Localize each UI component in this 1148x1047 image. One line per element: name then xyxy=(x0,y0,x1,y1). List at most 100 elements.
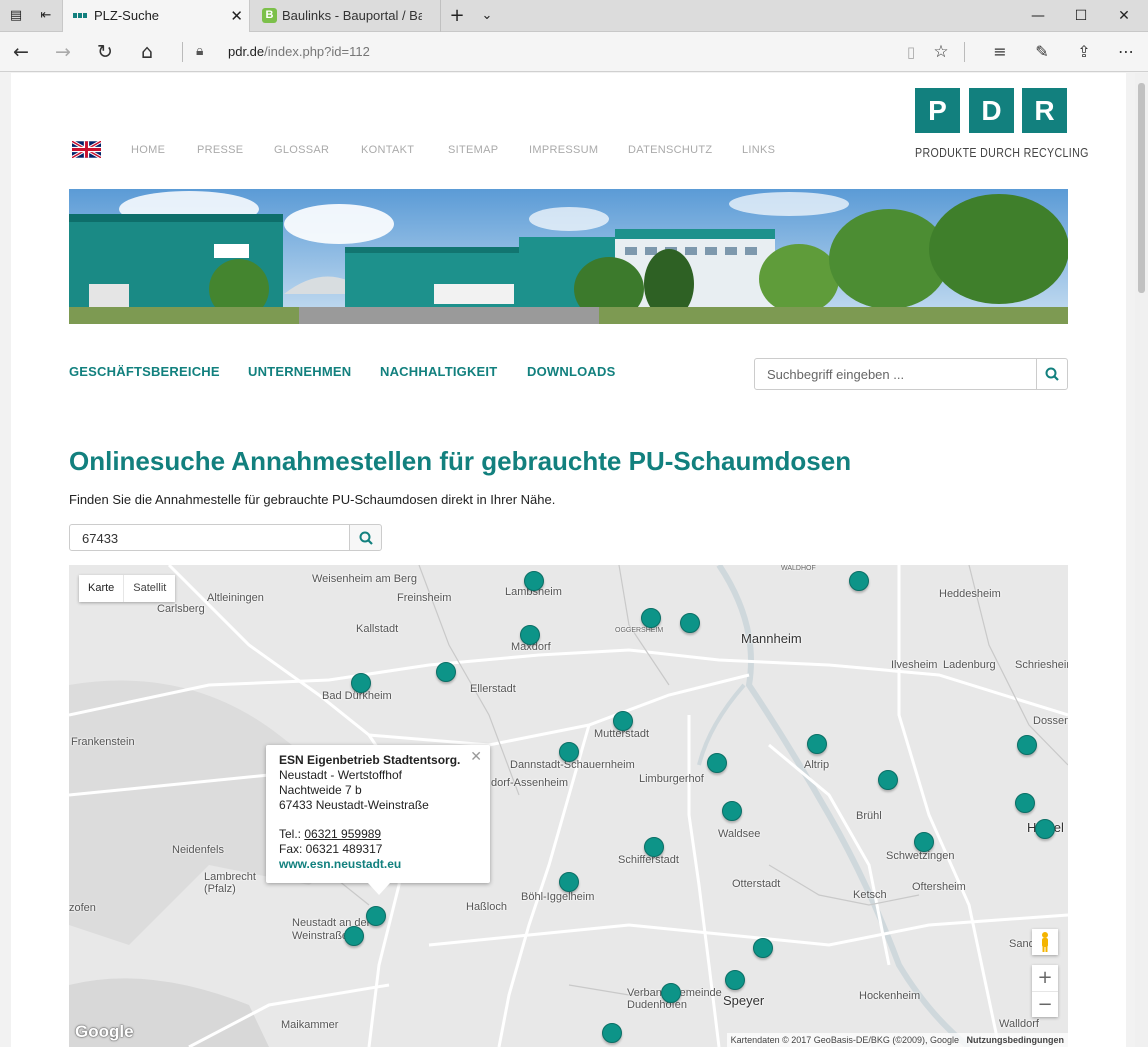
topnav-sitemap[interactable]: SITEMAP xyxy=(448,144,498,156)
topnav-home[interactable]: HOME xyxy=(131,144,165,156)
map-location-marker[interactable] xyxy=(559,872,579,892)
english-flag-icon[interactable] xyxy=(72,141,101,158)
map-location-marker[interactable] xyxy=(520,625,540,645)
map-label: Speyer xyxy=(723,993,765,1008)
map-label: Mannheim xyxy=(741,631,802,646)
map-location-marker[interactable] xyxy=(807,734,827,754)
forward-icon[interactable]: → xyxy=(50,40,76,64)
map-label: Schriesheim xyxy=(1015,659,1068,671)
share-icon[interactable]: ⇪ xyxy=(1071,40,1097,64)
site-search-placeholder: Suchbegriff eingeben ... xyxy=(767,367,905,382)
topnav-links[interactable]: LINKS xyxy=(742,144,775,156)
scrollbar-thumb[interactable] xyxy=(1138,83,1145,293)
map-label: Dossen xyxy=(1033,715,1068,727)
pegman-icon[interactable] xyxy=(1032,929,1058,955)
more-icon[interactable]: ⋯ xyxy=(1113,40,1139,64)
map-label: OGGERSHEIM xyxy=(615,627,664,634)
map-location-marker[interactable] xyxy=(1015,793,1035,813)
map-label: dorf-Assenheim xyxy=(491,777,569,789)
map-label: Ilvesheim xyxy=(891,659,938,671)
info-line1: Neustadt - Wertstoffhof xyxy=(279,768,402,782)
url-field[interactable]: pdr.de/index.php?id=112 xyxy=(228,44,370,59)
terms-link[interactable]: Nutzungsbedingungen xyxy=(967,1035,1064,1045)
set-aside-tabs-icon[interactable]: ⇤ xyxy=(38,8,54,24)
zoom-out-icon[interactable]: − xyxy=(1032,991,1058,1017)
web-note-icon[interactable]: ✎ xyxy=(1029,40,1055,64)
map-location-marker[interactable] xyxy=(680,613,700,633)
info-tel-label: Tel.: xyxy=(279,827,305,841)
map-label: Maikammer xyxy=(281,1019,339,1031)
map-location-marker[interactable] xyxy=(1017,735,1037,755)
zoom-in-icon[interactable]: + xyxy=(1032,965,1058,991)
mainnav-unternehmen[interactable]: UNTERNEHMEN xyxy=(248,364,351,379)
search-icon xyxy=(359,531,373,545)
map-location-marker[interactable] xyxy=(849,571,869,591)
map-location-marker[interactable] xyxy=(644,837,664,857)
topnav-glossar[interactable]: GLOSSAR xyxy=(274,144,329,156)
map-location-marker[interactable] xyxy=(344,926,364,946)
map-location-marker[interactable] xyxy=(436,662,456,682)
pdr-favicon-icon xyxy=(73,13,87,18)
logo-letter-d: D xyxy=(969,88,1014,133)
map-location-marker[interactable] xyxy=(1035,819,1055,839)
map-label: Ladenburg xyxy=(943,659,996,671)
map-location-marker[interactable] xyxy=(707,753,727,773)
plz-input[interactable]: 67433 xyxy=(69,524,350,551)
home-icon[interactable]: ⌂ xyxy=(134,40,160,64)
close-tab-icon[interactable]: ✕ xyxy=(230,0,243,32)
reading-view-icon[interactable]: ▯ xyxy=(898,40,924,64)
new-tab-icon[interactable]: + xyxy=(449,7,465,25)
map-location-marker[interactable] xyxy=(613,711,633,731)
tab-manager-icon[interactable]: ▤ xyxy=(8,8,24,24)
topnav-impressum[interactable]: IMPRESSUM xyxy=(529,144,598,156)
map-label: Freinsheim xyxy=(397,592,452,604)
topnav-presse[interactable]: PRESSE xyxy=(197,144,243,156)
mainnav-nachhaltigkeit[interactable]: NACHHALTIGKEIT xyxy=(380,364,497,379)
favorite-star-icon[interactable]: ☆ xyxy=(928,40,954,64)
minimize-icon[interactable]: — xyxy=(1017,0,1059,32)
map-label: WALDHOF xyxy=(781,565,816,572)
refresh-icon[interactable]: ↻ xyxy=(92,40,118,64)
site-search-input[interactable]: Suchbegriff eingeben ... xyxy=(754,358,1068,390)
map[interactable]: Karte Satellit Weisenheim am Berg Altlein… xyxy=(69,565,1068,1047)
maximize-icon[interactable]: ☐ xyxy=(1060,0,1102,32)
map-location-marker[interactable] xyxy=(725,970,745,990)
site-search-button[interactable] xyxy=(1036,359,1067,389)
map-location-marker[interactable] xyxy=(366,906,386,926)
map-location-marker[interactable] xyxy=(914,832,934,852)
divider xyxy=(182,42,183,62)
tab-plz-suche[interactable]: PLZ-Suche ✕ xyxy=(62,0,250,32)
web-page: HOME PRESSE GLOSSAR KONTAKT SITEMAP IMPR… xyxy=(11,73,1126,1047)
map-location-marker[interactable] xyxy=(602,1023,622,1043)
map-location-marker[interactable] xyxy=(524,571,544,591)
tab-baulinks[interactable]: B Baulinks - Bauportal / Baum xyxy=(251,0,441,32)
mainnav-downloads[interactable]: DOWNLOADS xyxy=(527,364,615,379)
hub-icon[interactable]: ≡ xyxy=(987,40,1013,64)
info-web-link[interactable]: www.esn.neustadt.eu xyxy=(279,857,401,871)
info-tel-link[interactable]: 06321 959989 xyxy=(304,827,381,841)
map-location-marker[interactable] xyxy=(559,742,579,762)
map-label: Verbandsgemeinde Dudenhofen xyxy=(627,987,722,1011)
info-tel: Tel.: 06321 959989 xyxy=(279,827,381,841)
topnav-datenschutz[interactable]: DATENSCHUTZ xyxy=(628,144,712,156)
map-location-marker[interactable] xyxy=(722,801,742,821)
divider xyxy=(964,42,965,62)
map-location-marker[interactable] xyxy=(753,938,773,958)
close-info-icon[interactable]: ✕ xyxy=(470,749,482,765)
map-location-marker[interactable] xyxy=(661,983,681,1003)
map-type-satellit-button[interactable]: Satellit xyxy=(123,575,175,602)
map-label: Waldsee xyxy=(718,828,761,840)
tab-title: PLZ-Suche xyxy=(94,8,160,23)
topnav-kontakt[interactable]: KONTAKT xyxy=(361,144,414,156)
map-type-karte-button[interactable]: Karte xyxy=(79,575,123,602)
map-location-marker[interactable] xyxy=(641,608,661,628)
plz-search-button[interactable] xyxy=(349,524,382,551)
back-icon[interactable]: ← xyxy=(8,40,34,64)
map-location-marker[interactable] xyxy=(351,673,371,693)
tab-list-chevron-icon[interactable]: ⌄ xyxy=(479,8,495,24)
map-location-marker[interactable] xyxy=(878,770,898,790)
page-scrollbar[interactable] xyxy=(1135,73,1148,1047)
info-fax: Fax: 06321 489317 xyxy=(279,842,383,856)
close-window-icon[interactable]: ✕ xyxy=(1103,0,1145,32)
mainnav-geschaeftsbereiche[interactable]: GESCHÄFTSBEREICHE xyxy=(69,364,220,379)
